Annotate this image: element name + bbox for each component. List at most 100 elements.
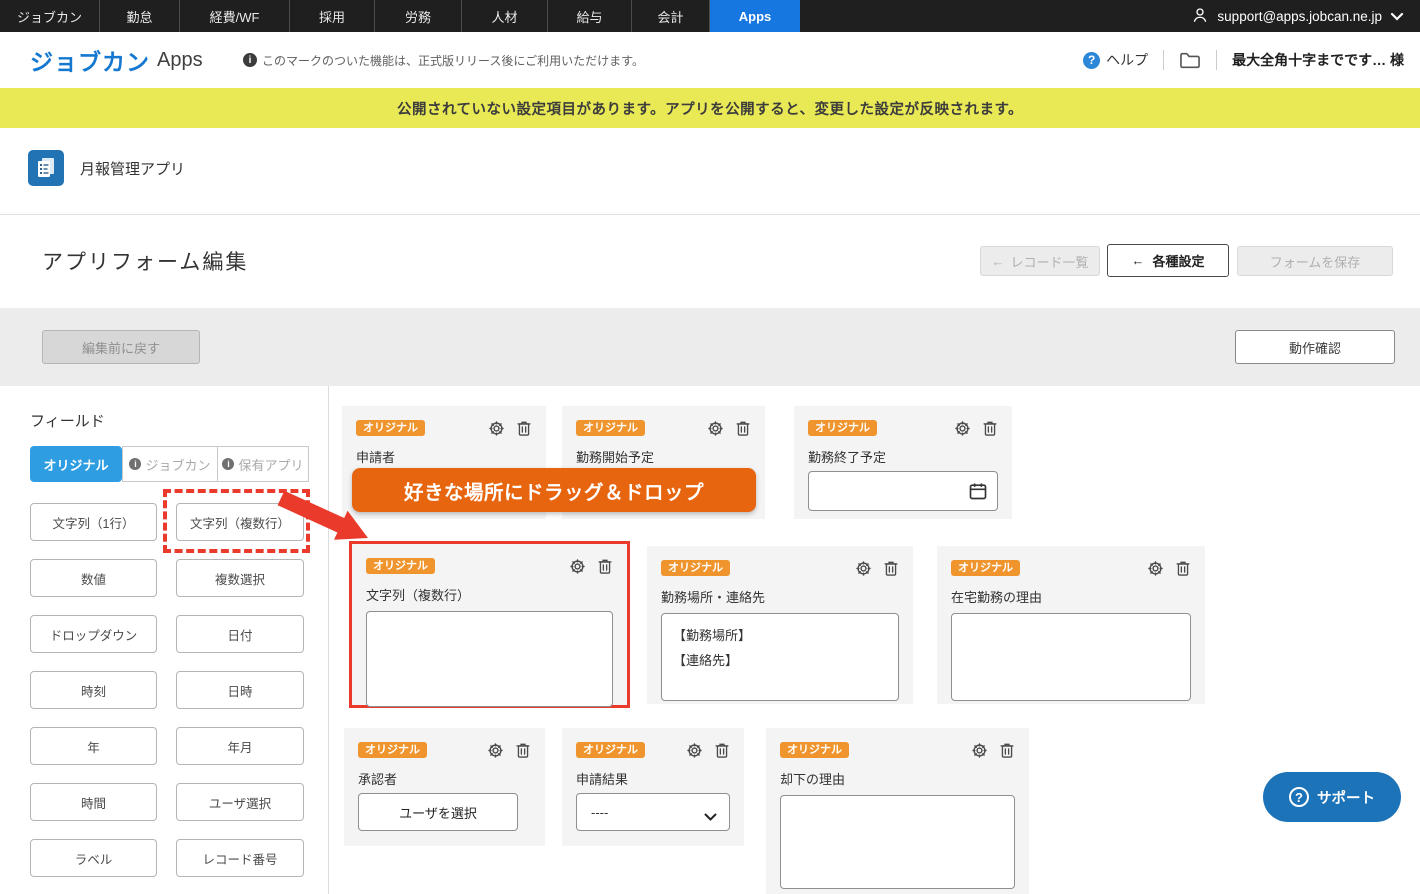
field-btn-datetime[interactable]: 日時 [176,671,304,709]
field-btn-time[interactable]: 時刻 [30,671,157,709]
field-label: 勤務開始予定 [576,447,751,465]
gear-icon[interactable] [569,558,586,575]
account-email: support@apps.jobcan.ne.jp [1217,9,1382,24]
person-icon [1191,6,1209,27]
tooltip-text: 好きな場所にドラッグ＆ドロップ [404,476,704,505]
folder-icon[interactable] [1179,51,1201,70]
notice-text: このマークのついた機能は、正式版リリース後にご利用いただけます。 [262,52,644,69]
gear-icon[interactable] [686,742,703,759]
multiline-textarea[interactable] [366,611,613,707]
beta-feature-notice: i このマークのついた機能は、正式版リリース後にご利用いただけます。 [243,32,644,88]
divider [1163,50,1164,70]
nav-roumu[interactable]: 労務 [375,0,462,32]
gear-icon[interactable] [954,420,971,437]
account-menu[interactable]: support@apps.jobcan.ne.jp [1191,0,1420,32]
original-badge: オリジナル [780,742,849,758]
trash-icon[interactable] [883,560,899,577]
field-btn-text-single[interactable]: 文字列（1行） [30,503,157,541]
original-badge: オリジナル [366,558,435,574]
jobcan-apps-logo[interactable]: ジョブカン Apps [30,32,203,88]
info-icon: i [243,53,257,67]
field-btn-user-select[interactable]: ユーザ選択 [176,783,304,821]
jobcan-apps-form-editor: ジョブカン 勤怠 経費/WF 採用 労務 人材 給与 会計 Apps suppo… [0,0,1420,894]
trash-icon[interactable] [516,420,532,437]
field-btn-year[interactable]: 年 [30,727,157,765]
card-work-location[interactable]: オリジナル 勤務場所・連絡先 【勤務場所】 【連絡先】 [647,546,913,704]
drag-drop-tooltip: 好きな場所にドラッグ＆ドロップ [352,468,756,512]
card-text-multiline-dropped[interactable]: オリジナル 文字列（複数行） [349,541,630,708]
work-location-textarea[interactable]: 【勤務場所】 【連絡先】 [661,613,899,701]
tab-owned-apps[interactable]: i 保有アプリ [217,446,309,482]
trash-icon[interactable] [515,742,531,759]
nav-jobcan[interactable]: ジョブカン [0,0,100,32]
gear-icon[interactable] [855,560,872,577]
editor-action-bar [0,308,1420,386]
trash-icon[interactable] [735,420,751,437]
logo-jobcan-text: ジョブカン [30,43,150,77]
field-btn-label[interactable]: ラベル [30,839,157,877]
field-label: 勤務終了予定 [808,447,998,465]
app-title: 月報管理アプリ [80,150,185,186]
trash-icon[interactable] [597,558,613,575]
field-label: 却下の理由 [780,769,1015,787]
card-rejection-reason[interactable]: オリジナル 却下の理由 [766,728,1029,894]
field-btn-year-month[interactable]: 年月 [176,727,304,765]
original-badge: オリジナル [576,742,645,758]
revert-button[interactable]: 編集前に戻す [42,330,200,364]
nav-jinzai[interactable]: 人材 [462,0,548,32]
nav-keihi-wf[interactable]: 経費/WF [180,0,290,32]
support-button[interactable]: ? サポート [1263,772,1401,822]
field-btn-dropdown[interactable]: ドロップダウン [30,615,157,653]
field-btn-multi-select[interactable]: 複数選択 [176,559,304,597]
result-select[interactable]: ---- [576,793,730,831]
gear-icon[interactable] [487,742,504,759]
field-label: 申請結果 [576,769,730,787]
select-user-button[interactable]: ユーザを選択 [358,793,518,831]
tab-original[interactable]: オリジナル [30,446,122,482]
remote-reason-textarea[interactable] [951,613,1191,701]
card-approver[interactable]: オリジナル 承認者 ユーザを選択 [344,728,545,846]
top-nav-bar: ジョブカン 勤怠 経費/WF 採用 労務 人材 給与 会計 Apps suppo… [0,0,1420,32]
trash-icon[interactable] [982,420,998,437]
save-form-button[interactable]: フォームを保存 [1237,246,1393,276]
field-label: 勤務場所・連絡先 [661,587,899,605]
nav-apps[interactable]: Apps [710,0,800,32]
gear-icon[interactable] [1147,560,1164,577]
divider [1216,50,1217,70]
gear-icon[interactable] [707,420,724,437]
preview-button[interactable]: 動作確認 [1235,330,1395,364]
trash-icon[interactable] [1175,560,1191,577]
banner-message: 公開されていない設定項目があります。アプリを公開すると、変更した設定が反映されま… [397,98,1023,119]
trash-icon[interactable] [999,742,1015,759]
settings-button[interactable]: ← 各種設定 [1107,244,1229,277]
card-remote-reason[interactable]: オリジナル 在宅勤務の理由 [937,546,1205,704]
sidebar-heading: フィールド [30,410,105,431]
field-btn-date[interactable]: 日付 [176,615,304,653]
chevron-down-icon [1390,9,1404,24]
tab-jobcan[interactable]: i ジョブカン [122,446,218,482]
gear-icon[interactable] [488,420,505,437]
nav-kyuyo[interactable]: 給与 [548,0,632,32]
nav-kaikei[interactable]: 会計 [632,0,710,32]
original-badge: オリジナル [356,420,425,436]
nav-saiyo[interactable]: 採用 [290,0,375,32]
logo-apps-text: Apps [157,49,203,72]
unpublished-settings-banner: 公開されていない設定項目があります。アプリを公開すると、変更した設定が反映されま… [0,88,1420,128]
app-icon [28,150,64,186]
field-btn-number[interactable]: 数値 [30,559,157,597]
nav-kintai[interactable]: 勤怠 [100,0,180,32]
rejection-reason-textarea[interactable] [780,795,1015,889]
gear-icon[interactable] [971,742,988,759]
info-icon: i [129,458,141,470]
help-link[interactable]: ヘルプ [1106,50,1148,70]
field-btn-duration[interactable]: 時間 [30,783,157,821]
record-list-button[interactable]: ← レコード一覧 [980,246,1100,276]
page-title: アプリフォーム編集 [42,246,248,276]
calendar-icon [968,481,988,506]
field-btn-record-number[interactable]: レコード番号 [176,839,304,877]
trash-icon[interactable] [714,742,730,759]
card-application-result[interactable]: オリジナル 申請結果 ---- [562,728,744,846]
card-work-end[interactable]: オリジナル 勤務終了予定 [794,406,1012,519]
user-name[interactable]: 最大全角十字までです… 様 [1232,50,1404,70]
field-label: 承認者 [358,769,531,787]
